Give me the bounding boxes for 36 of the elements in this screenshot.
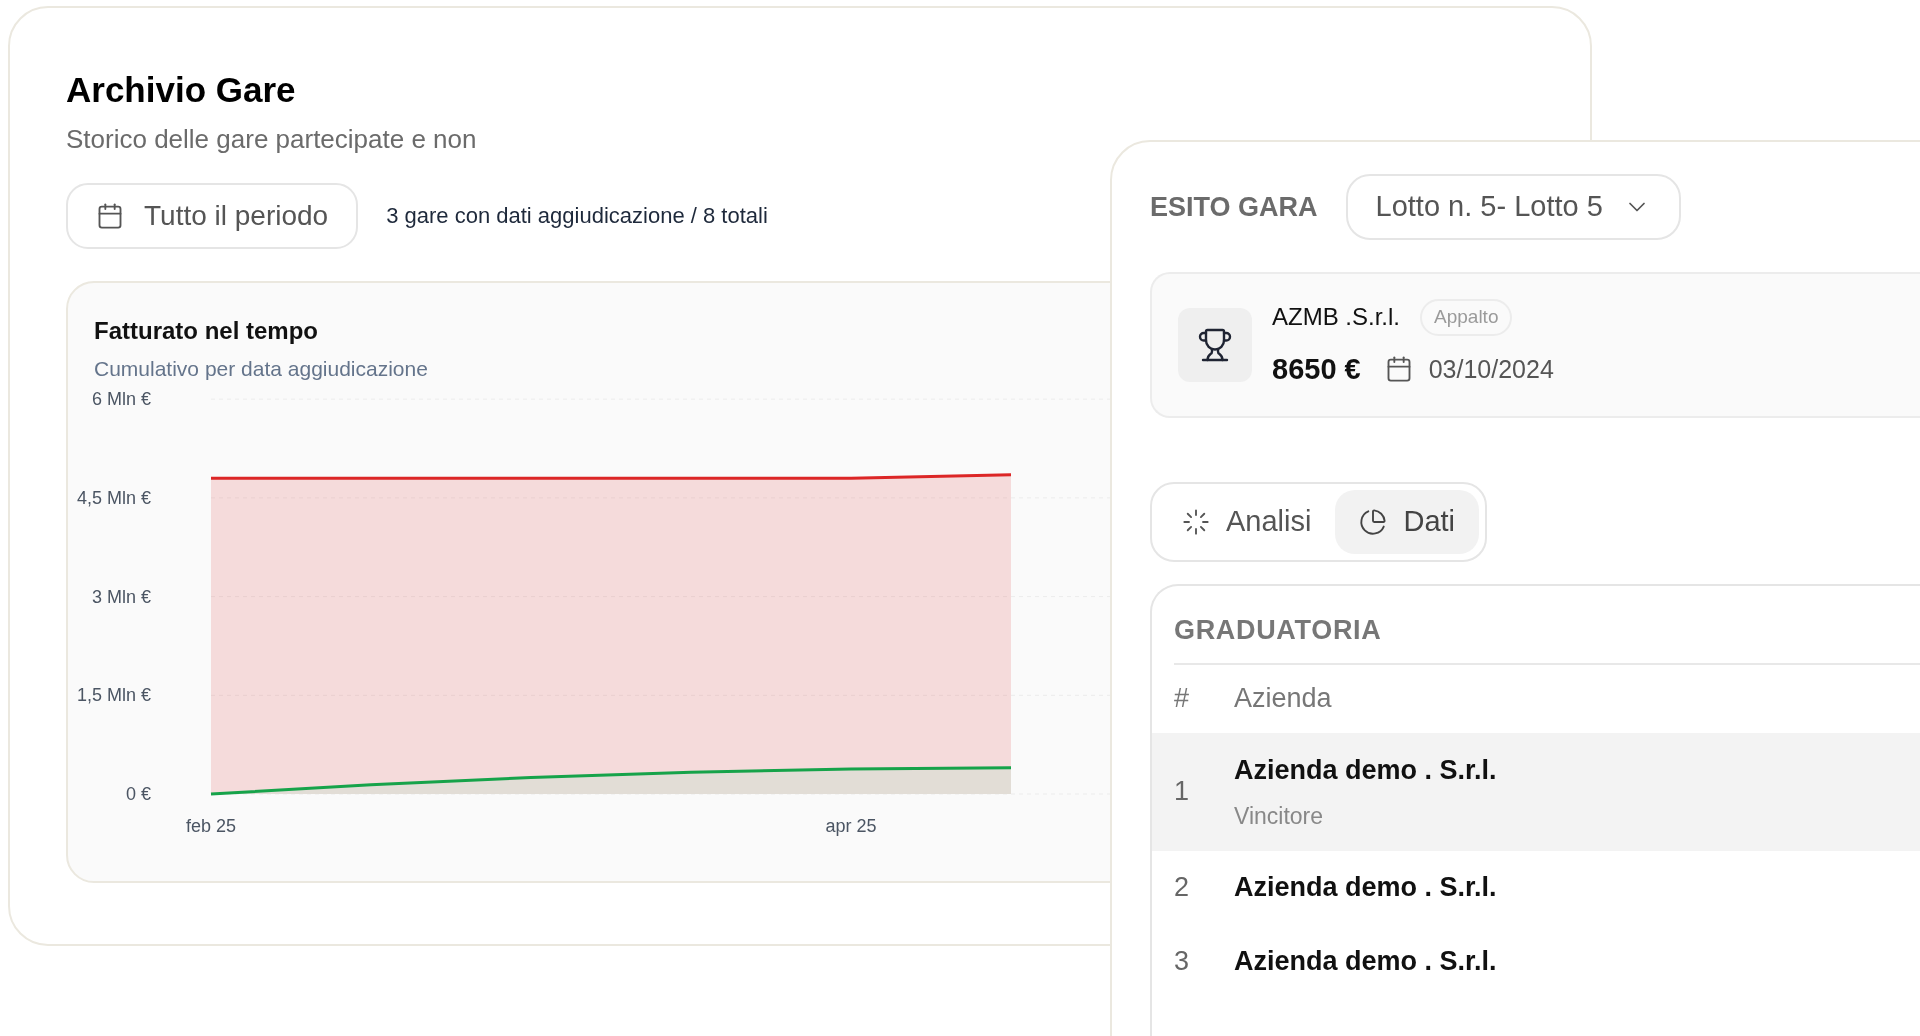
chart-subtitle: Cumulativo per data aggiudicazione [94,355,428,382]
calendar-icon [96,201,124,230]
ranking-title: GRADUATORIA [1174,610,1920,665]
panel-title: ESITO GARA [1150,190,1318,224]
column-header: # [1174,682,1191,716]
x-axis-label: apr 25 [825,816,877,837]
sparkle-icon [1182,508,1210,536]
chart-title: Fatturato nel tempo [94,315,318,346]
company-name: Azienda demo . S.r.l. [1234,754,1497,787]
rank-number: 1 [1174,775,1191,809]
ranking-row[interactable]: 1 Azienda demo . S.r.l. Vincitore [1152,732,1920,851]
rank-number: 2 [1174,871,1191,905]
x-axis-label: feb 25 [186,816,236,837]
rank-number: 3 [1174,945,1191,979]
period-button[interactable]: Tutto il periodo [66,182,359,249]
y-axis-label: 3 Mln € [91,586,151,607]
y-axis-label: 0 € [125,784,151,805]
column-header: Azienda [1234,682,1332,716]
summary-text: 3 gare con dati aggiudicazione / 8 totali [386,202,768,231]
y-axis-label: 1,5 Mln € [76,685,151,706]
type-badge: Appalto [1420,299,1513,336]
company-name: AZMB .S.r.l. [1272,302,1400,333]
lot-dropdown[interactable]: Lotto n. 5- Lotto 5 [1345,174,1681,240]
view-tab[interactable]: Analisi [1158,490,1336,554]
y-axis-label: 4,5 Mln € [76,488,151,509]
award-date: 03/10/2024 [1428,353,1554,385]
page-title: Archivio Gare [66,69,297,111]
award-amount: 8650 € [1272,351,1361,387]
trophy-icon [1197,327,1233,363]
company-name: Azienda demo . S.r.l. [1234,871,1497,905]
company-name: Azienda demo . S.r.l. [1234,945,1497,979]
pie-chart-icon [1359,508,1388,536]
view-tab[interactable]: Dati [1335,490,1479,554]
page-subtitle: Storico delle gare partecipate e non [66,122,478,156]
y-axis-label: 6 Mln € [91,389,151,410]
winner-label: Vincitore [1234,801,1325,831]
